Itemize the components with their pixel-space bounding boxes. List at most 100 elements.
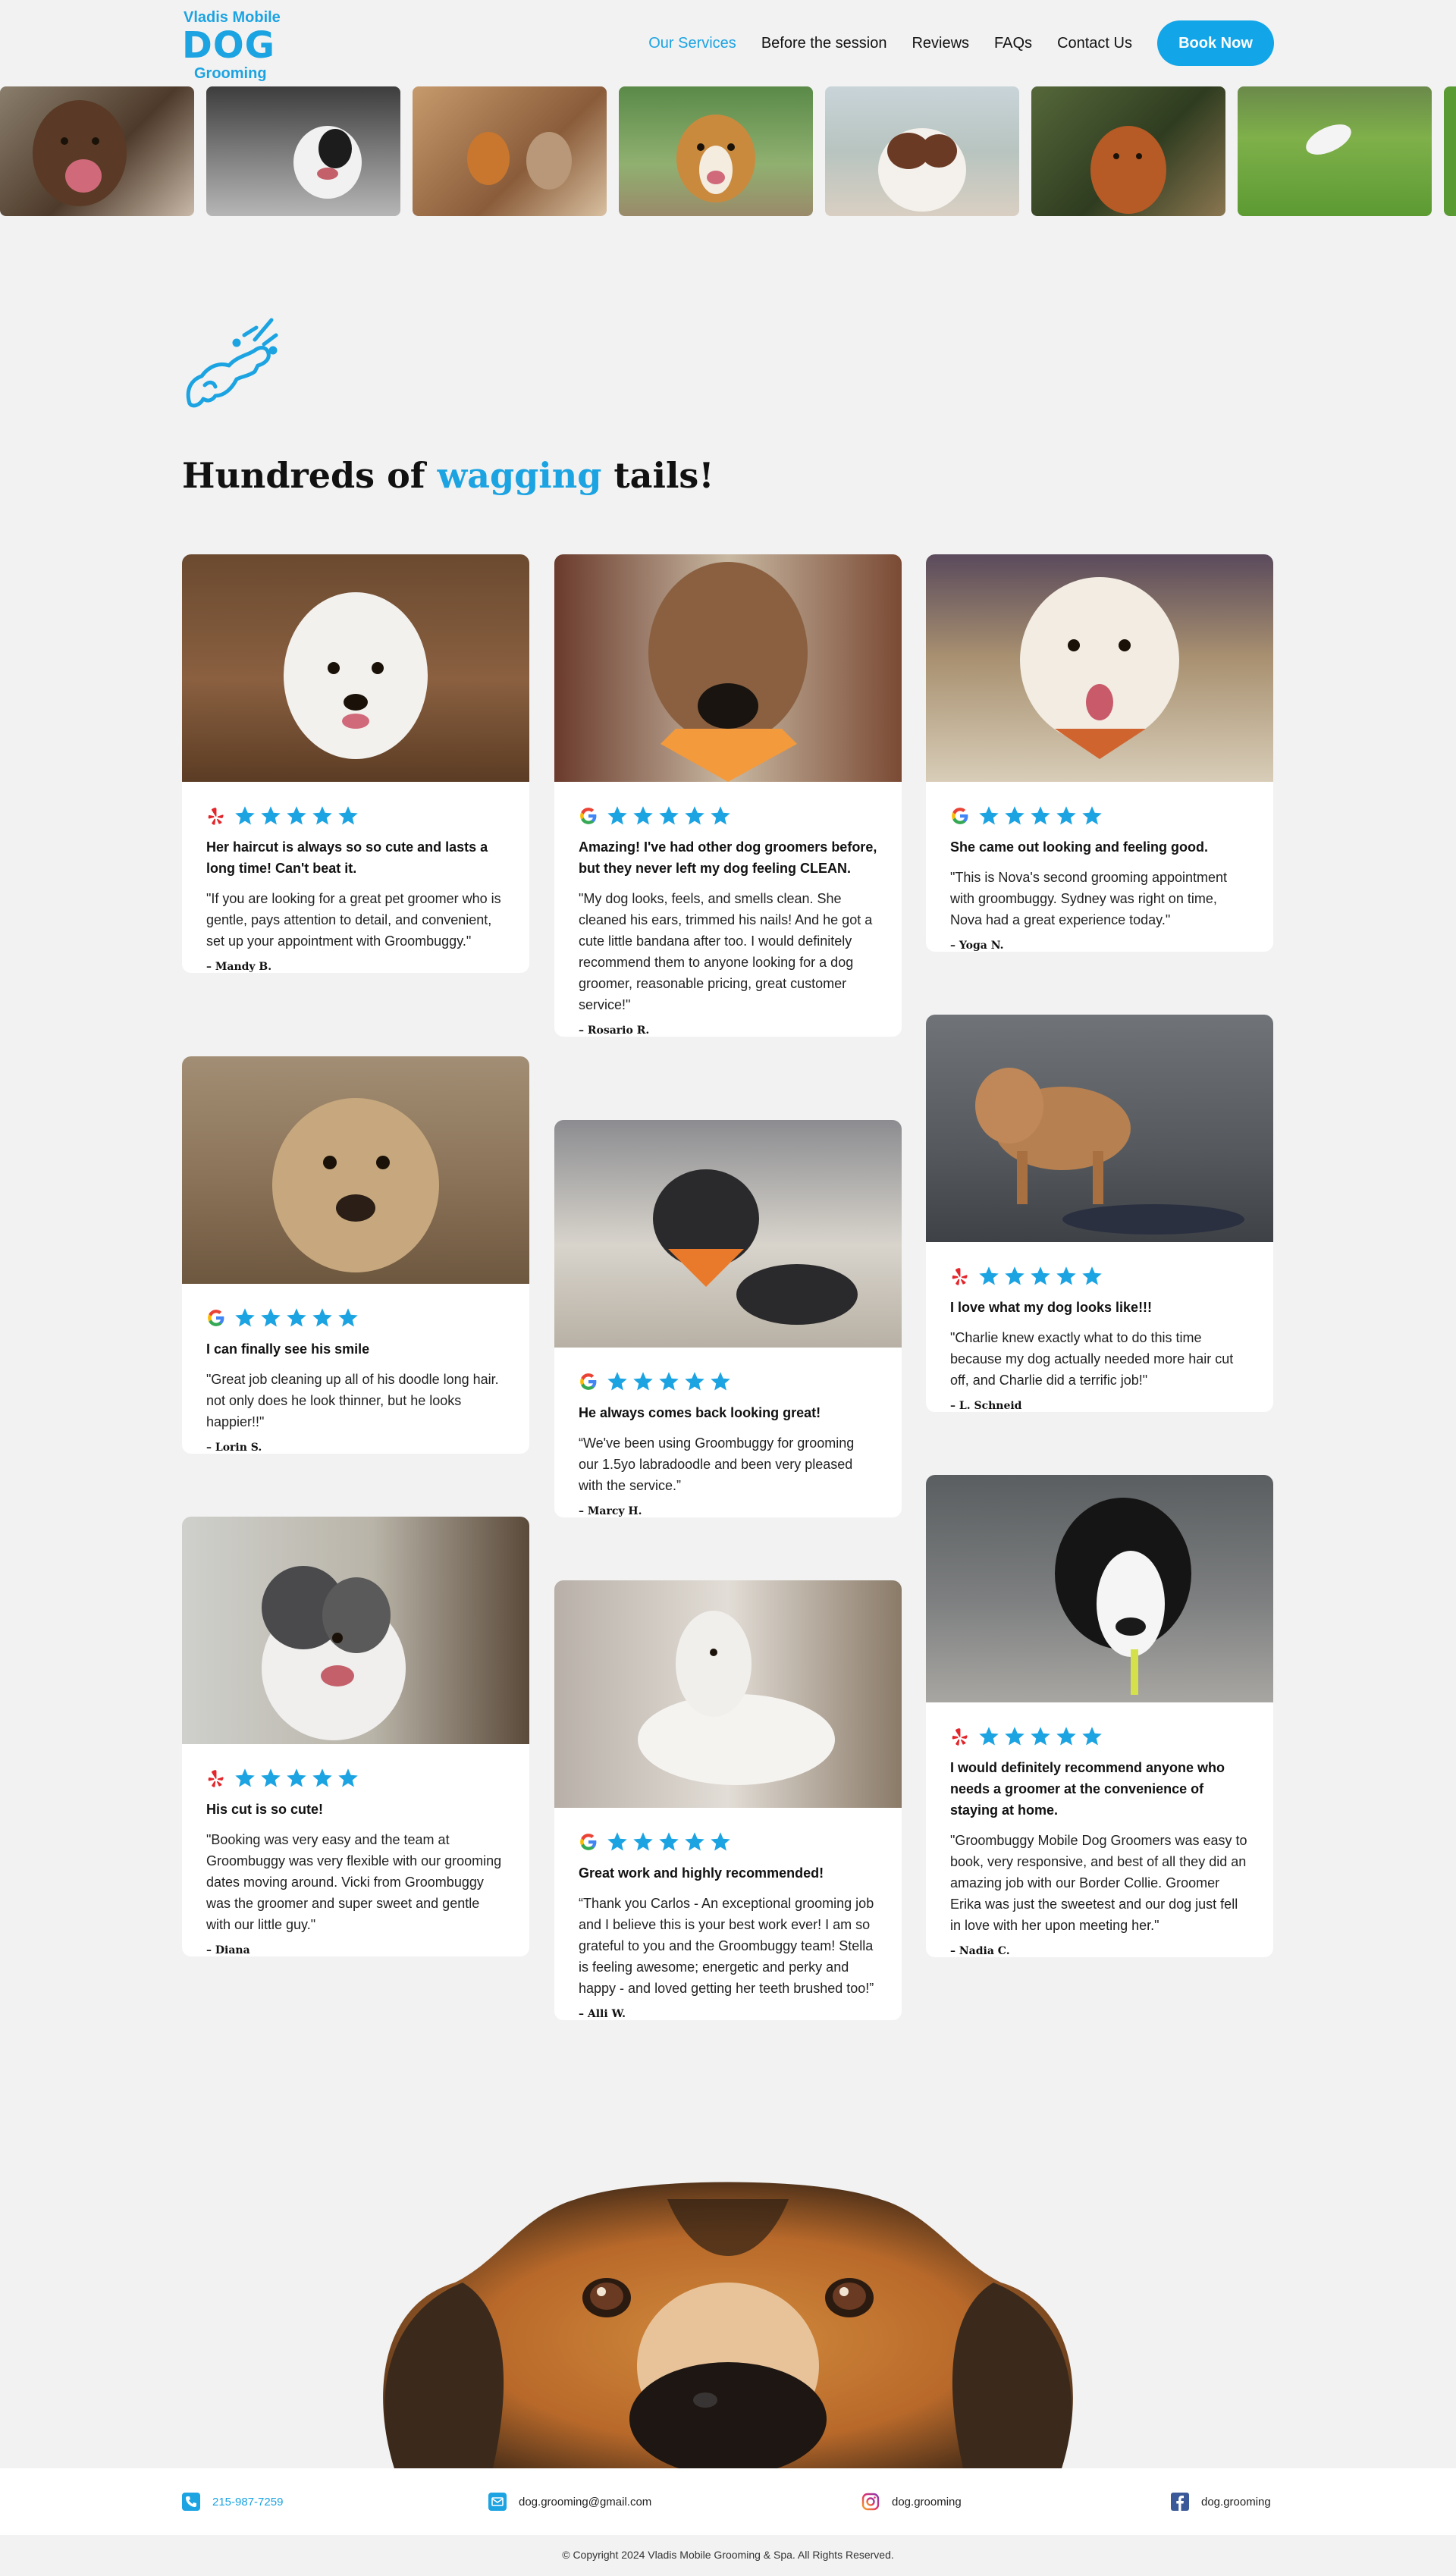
- star-icon: [235, 806, 255, 825]
- yelp-icon: [208, 1770, 224, 1787]
- review-card: Her haircut is always so so cute and las…: [182, 554, 529, 973]
- strip-photo-4: [619, 86, 813, 216]
- nav-our-services[interactable]: Our Services: [648, 35, 736, 52]
- nav-contact-us[interactable]: Contact Us: [1057, 35, 1132, 52]
- review-title: I love what my dog looks like!!!: [950, 1300, 1153, 1315]
- review-title: He always comes back looking great!: [579, 1405, 821, 1420]
- heading-accent: wagging: [437, 455, 602, 496]
- star-icon: [685, 1832, 704, 1851]
- star-icon: [711, 1372, 730, 1391]
- footer-facebook-link[interactable]: dog.grooming: [1171, 2491, 1271, 2512]
- review-dog-photo: [926, 1475, 1273, 1702]
- review-title: Her haircut is always so so cute and las…: [206, 839, 488, 876]
- strip-photo-8: [1444, 86, 1456, 216]
- review-author: – Alli W.: [579, 2008, 626, 2020]
- star-icon: [1005, 806, 1025, 825]
- strip-photo-7: [1238, 86, 1432, 216]
- star-icon: [261, 806, 281, 825]
- heading-text-before: Hundreds of: [182, 455, 438, 496]
- star-icon: [685, 806, 704, 825]
- yelp-icon: [208, 808, 224, 825]
- facebook-icon: [1171, 2493, 1189, 2511]
- star-icon: [659, 1832, 679, 1851]
- dog-splash-icon: [182, 312, 281, 411]
- star-icon: [607, 806, 627, 825]
- strip-photo-6: [1031, 86, 1225, 216]
- review-quote: "Charlie knew exactly what to do this ti…: [950, 1330, 1234, 1388]
- review-author: – Lorin S.: [206, 1442, 262, 1454]
- review-body: She came out looking and feeling good. "T…: [926, 782, 1273, 952]
- star-icon: [1031, 806, 1050, 825]
- heading-text-after: tails!: [601, 455, 714, 496]
- review-author: – Diana: [206, 1944, 250, 1956]
- star-icon: [1056, 1266, 1076, 1285]
- review-rating: [950, 1725, 1249, 1748]
- logo-line-2: DOG: [182, 24, 276, 67]
- star-icon: [633, 1372, 653, 1391]
- review-body: His cut is so cute! "Booking was very eas…: [182, 1744, 529, 1956]
- star-icon: [287, 1308, 306, 1327]
- star-icon: [261, 1768, 281, 1787]
- review-author: – Rosario R.: [579, 1024, 650, 1037]
- review-quote: “We've been using Groombuggy for groomin…: [579, 1435, 855, 1493]
- review-body: He always comes back looking great! “We'v…: [554, 1348, 902, 1517]
- book-now-button[interactable]: Book Now: [1157, 20, 1274, 66]
- review-card: She came out looking and feeling good. "T…: [926, 554, 1273, 952]
- star-icon: [979, 1727, 999, 1746]
- reviews-heading: Hundreds of wagging tails!: [182, 455, 714, 496]
- photo-strip: [0, 86, 1456, 216]
- nav-before-the-session[interactable]: Before the session: [761, 35, 887, 52]
- email-icon: [488, 2493, 507, 2511]
- logo-line-3: Grooming: [194, 65, 267, 82]
- review-quote: "This is Nova's second grooming appointm…: [950, 870, 1228, 927]
- review-quote: "My dog looks, feels, and smells clean. …: [579, 891, 873, 1012]
- star-icon: [659, 1372, 679, 1391]
- star-icon: [312, 806, 332, 825]
- review-body: Her haircut is always so so cute and las…: [182, 782, 529, 973]
- nav-reviews[interactable]: Reviews: [912, 35, 969, 52]
- star-icon: [1082, 1266, 1102, 1285]
- strip-photo-5: [825, 86, 1019, 216]
- star-icon: [711, 806, 730, 825]
- site-footer: 215-987-7259 dog.grooming@gmail.com dog.…: [0, 2468, 1456, 2535]
- review-dog-photo: [554, 554, 902, 782]
- star-icon: [338, 1768, 358, 1787]
- review-rating: [579, 805, 877, 827]
- review-card: His cut is so cute! "Booking was very eas…: [182, 1517, 529, 1956]
- footer-instagram-link[interactable]: dog.grooming: [861, 2491, 962, 2512]
- review-dog-photo: [182, 554, 529, 782]
- star-icon: [607, 1832, 627, 1851]
- review-rating: [579, 1831, 877, 1853]
- peeking-dog-image: [349, 2169, 1107, 2468]
- strip-photo-1: [0, 86, 194, 216]
- review-rating: [206, 805, 505, 827]
- footer-phone-text: 215-987-7259: [212, 2495, 284, 2509]
- star-icon: [659, 806, 679, 825]
- review-body: Amazing! I've had other dog groomers bef…: [554, 782, 902, 1037]
- review-title: She came out looking and feeling good.: [950, 839, 1209, 855]
- star-icon: [1082, 1727, 1102, 1746]
- footer-phone-link[interactable]: 215-987-7259: [182, 2491, 283, 2512]
- review-title: I can finally see his smile: [206, 1341, 370, 1357]
- footer-instagram-text: dog.grooming: [892, 2495, 962, 2509]
- star-icon: [979, 806, 999, 825]
- review-card: Great work and highly recommended! “Thank…: [554, 1580, 902, 2020]
- review-card: He always comes back looking great! “We'v…: [554, 1120, 902, 1517]
- star-icon: [235, 1768, 255, 1787]
- review-dog-photo: [182, 1056, 529, 1284]
- star-icon: [1031, 1727, 1050, 1746]
- footer-facebook-text: dog.grooming: [1201, 2495, 1271, 2509]
- star-icon: [1005, 1266, 1025, 1285]
- review-author: – L. Schneid: [950, 1400, 1022, 1412]
- star-icon: [338, 806, 358, 825]
- star-icon: [338, 1308, 358, 1327]
- nav-faqs[interactable]: FAQs: [994, 35, 1032, 52]
- star-icon: [711, 1832, 730, 1851]
- site-logo[interactable]: Vladis Mobile DOG Grooming: [182, 8, 281, 82]
- star-icon: [979, 1266, 999, 1285]
- strip-photo-3: [413, 86, 607, 216]
- site-header: Vladis Mobile DOG Grooming Our Services …: [0, 0, 1456, 85]
- review-title: I would definitely recommend anyone who …: [950, 1760, 1225, 1818]
- star-icon: [1056, 1727, 1076, 1746]
- footer-email-link[interactable]: dog.grooming@gmail.com: [488, 2491, 651, 2512]
